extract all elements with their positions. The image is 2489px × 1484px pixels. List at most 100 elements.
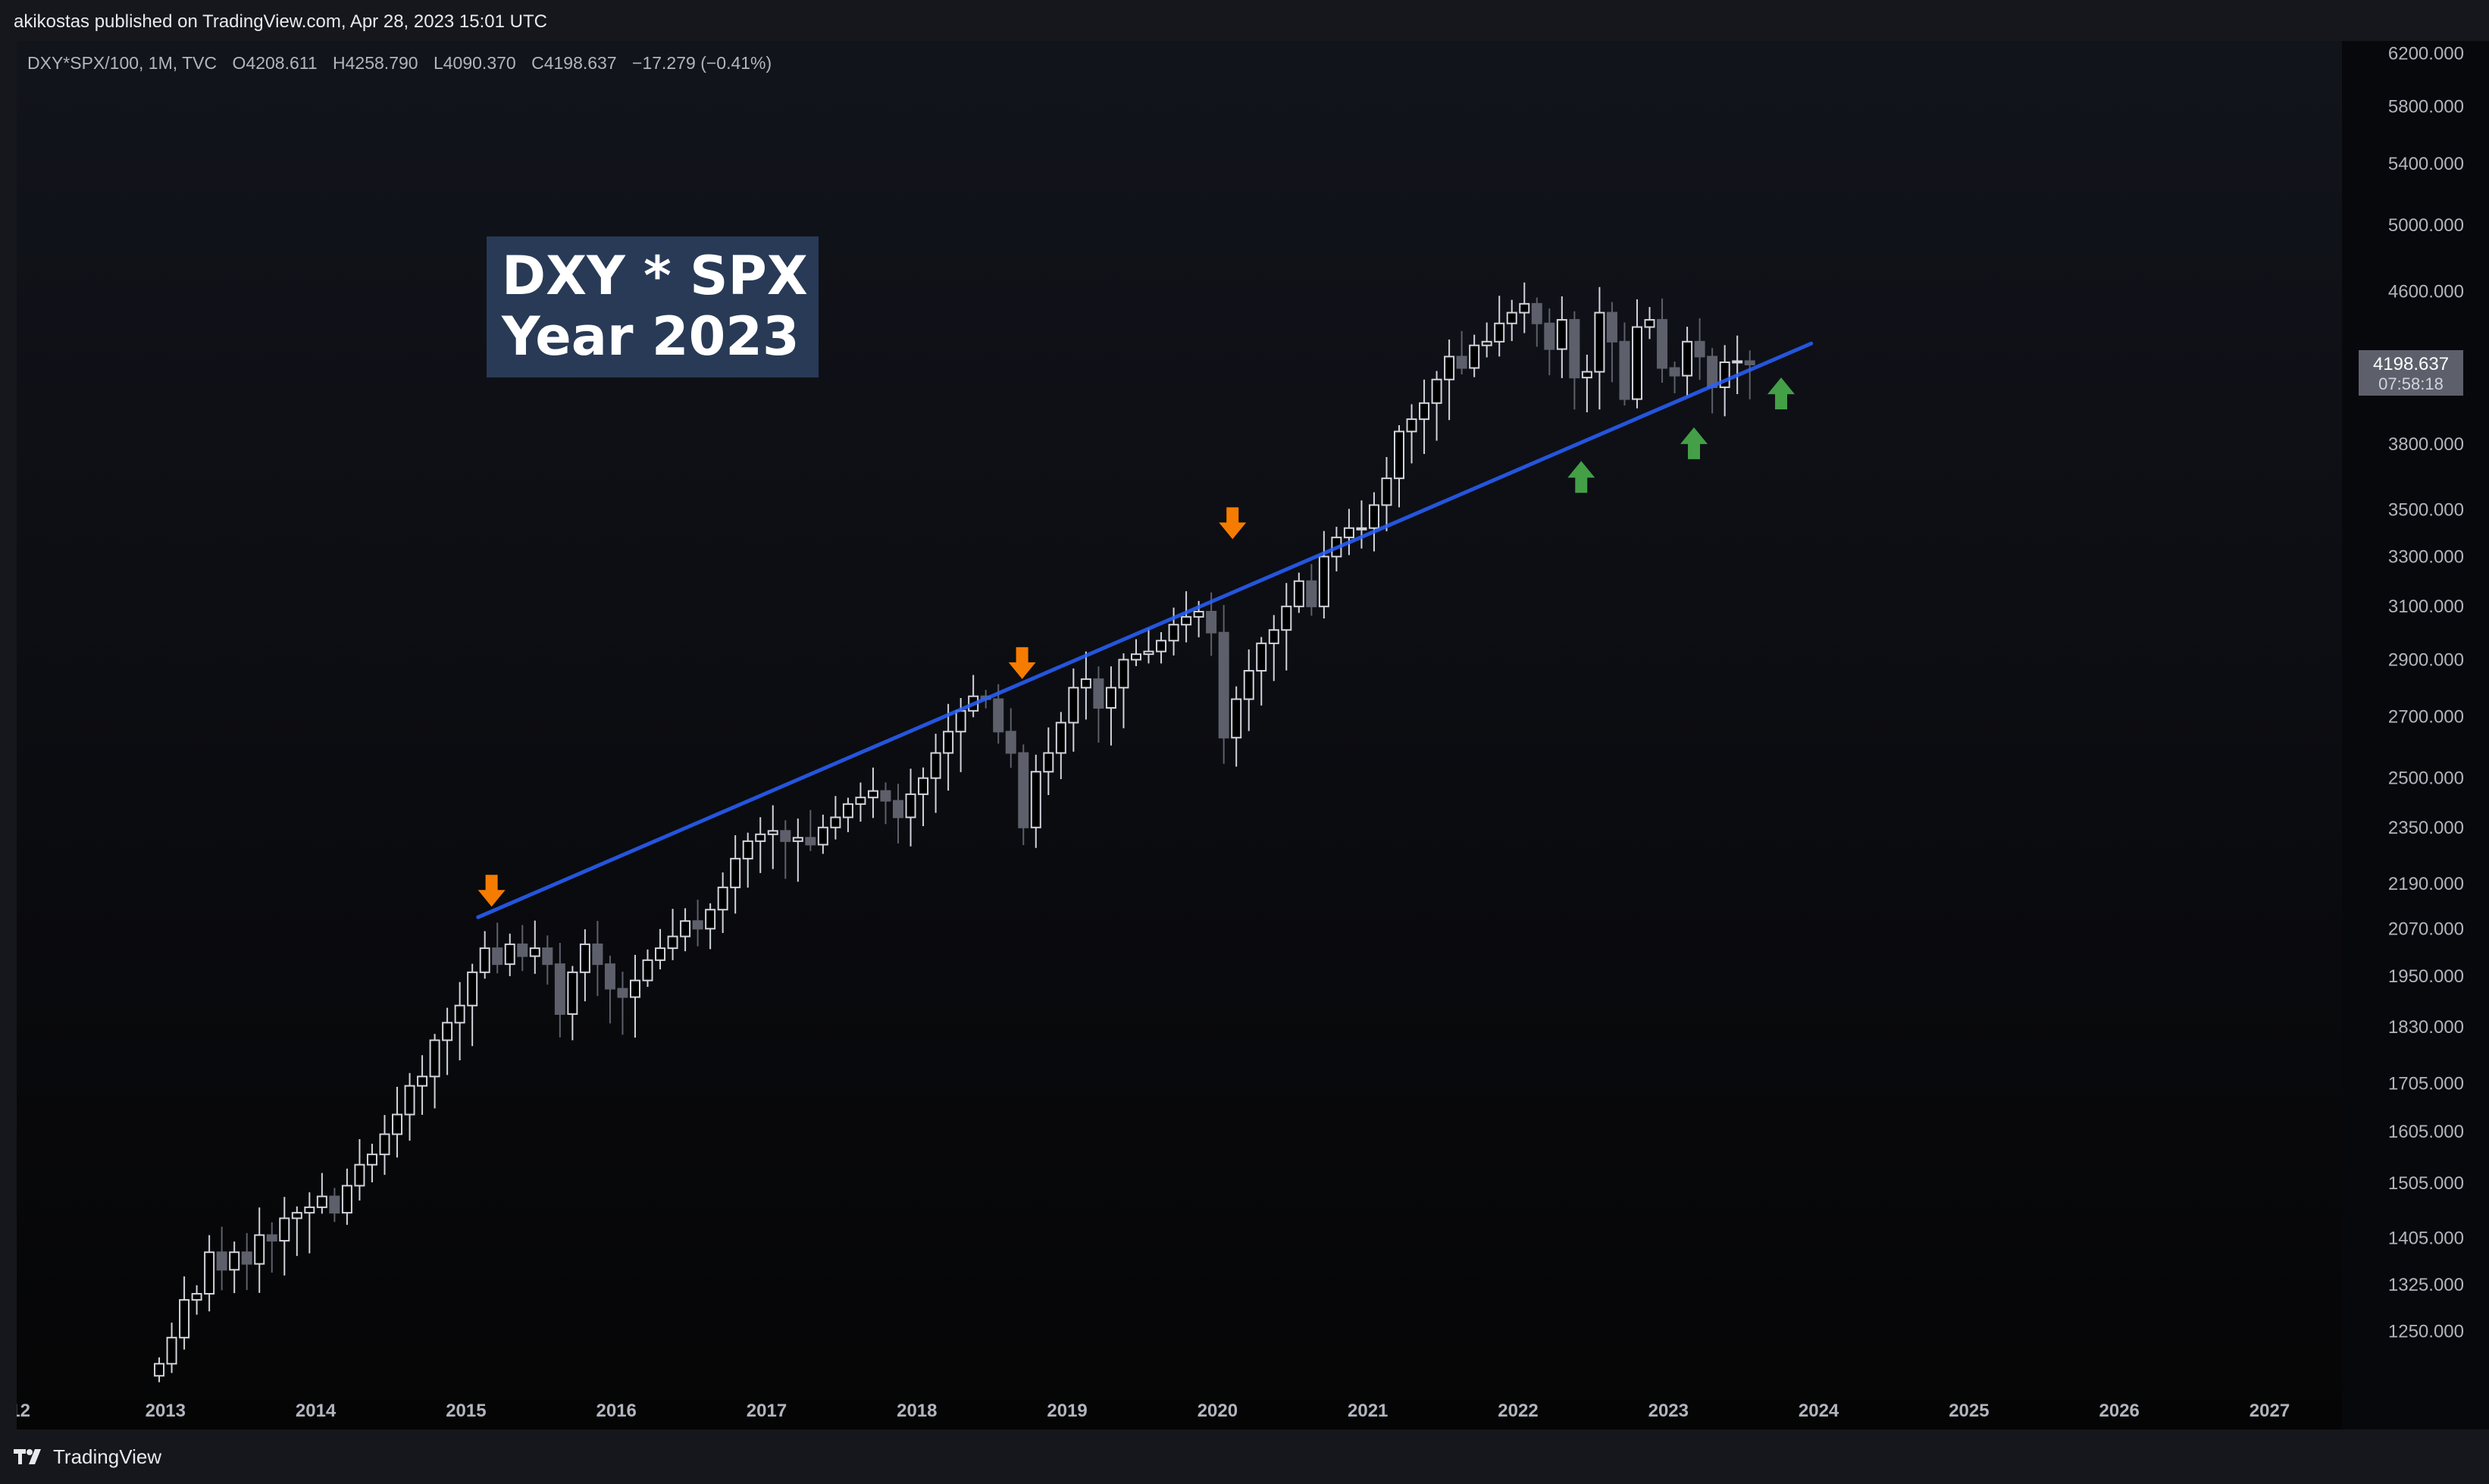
candle-body — [404, 1085, 415, 1116]
candle-body — [1381, 477, 1392, 506]
candle-body — [291, 1212, 302, 1219]
last-price-countdown: 07:58:18 — [2378, 374, 2444, 393]
price-tick-label: 2350.000 — [2388, 818, 2464, 838]
candle-body — [1744, 360, 1755, 365]
candle-body — [767, 830, 778, 835]
candle-body — [1231, 698, 1242, 739]
candle-body — [504, 943, 515, 966]
candle-body — [1281, 606, 1292, 631]
price-tick-label: 3300.000 — [2388, 546, 2464, 567]
legend-open: O4208.611 — [232, 53, 318, 73]
tradingview-logo-icon — [14, 1448, 45, 1466]
candle-body — [1206, 610, 1217, 634]
candle-body — [1569, 318, 1580, 379]
candle-body — [1005, 731, 1016, 754]
candle-body — [329, 1195, 340, 1214]
time-tick-label: 2021 — [1348, 1401, 1388, 1421]
candle-body — [1594, 312, 1605, 373]
candle-body — [1030, 771, 1041, 828]
price-tick-label: 5000.000 — [2388, 215, 2464, 236]
candle-body — [341, 1185, 352, 1214]
candle-body — [692, 920, 703, 930]
candle-body — [1093, 678, 1104, 709]
candle-body — [154, 1363, 165, 1377]
candle-body — [1519, 302, 1530, 314]
candle-body — [792, 837, 803, 842]
candle-body — [1657, 318, 1668, 369]
last-price-value: 4198.637 — [2373, 354, 2449, 374]
footer-branding[interactable]: TradingView — [14, 1429, 468, 1484]
candle-body — [241, 1251, 252, 1265]
legend-symbol[interactable]: DXY*SPX/100, 1M, TVC — [27, 53, 217, 73]
candle-body — [1343, 527, 1354, 539]
candle-body — [705, 909, 716, 930]
time-tick-label: 2019 — [1047, 1401, 1087, 1421]
price-tick-label: 1605.000 — [2388, 1122, 2464, 1142]
candle-body — [1043, 752, 1054, 773]
chart-background — [17, 41, 2489, 1429]
candle-body — [855, 797, 866, 805]
candle-body — [955, 709, 966, 733]
candle-body — [354, 1163, 365, 1187]
candle-body — [1193, 610, 1204, 618]
candle-body — [1068, 687, 1079, 724]
candle-body — [993, 698, 1004, 733]
candle-body — [517, 943, 528, 957]
candle-body — [1394, 430, 1405, 480]
candle-body — [592, 943, 603, 966]
candle-body — [392, 1113, 403, 1135]
candle-body — [179, 1299, 190, 1338]
candle-body — [1118, 659, 1129, 689]
price-tick-label: 6200.000 — [2388, 43, 2464, 64]
candle-body — [730, 857, 741, 888]
candle-body — [429, 1039, 440, 1078]
candle-body — [366, 1154, 377, 1166]
price-tick-label: 2900.000 — [2388, 650, 2464, 670]
candle-body — [304, 1206, 315, 1214]
annotation-line-1: DXY * SPX — [502, 245, 808, 307]
candle-body — [1481, 340, 1492, 346]
candle-body — [918, 777, 929, 795]
candle-body — [780, 830, 791, 842]
time-tick-label: 2014 — [296, 1401, 337, 1421]
candle-body — [667, 935, 678, 950]
price-axis-background — [2342, 41, 2489, 1429]
candle-body — [1556, 318, 1567, 350]
candle-body — [629, 979, 640, 998]
candlestick-chart[interactable]: 6200.000 5800.000 5400.000 5000.000 4600.000… — [17, 41, 2489, 1429]
candle-body — [755, 833, 766, 842]
price-tick-label: 2190.000 — [2388, 874, 2464, 894]
candle-body — [1218, 631, 1229, 739]
candle-body — [254, 1234, 265, 1265]
candle-body — [479, 947, 490, 973]
price-tick-label: 2500.000 — [2388, 769, 2464, 789]
candle-body — [642, 959, 653, 982]
symbol-legend[interactable]: DXY*SPX/100, 1M, TVC O4208.611 H4258.790… — [27, 53, 782, 74]
candle-body — [1318, 556, 1329, 608]
candle-body — [830, 816, 841, 828]
price-tick-label: 5400.000 — [2388, 154, 2464, 174]
candle-body — [867, 790, 878, 799]
candle-body — [1619, 340, 1630, 400]
candle-body — [817, 826, 828, 846]
candle-body — [1143, 650, 1154, 656]
legend-low: L4090.370 — [433, 53, 516, 73]
price-tick-label: 5800.000 — [2388, 97, 2464, 117]
candle-body — [805, 837, 816, 846]
candle-body — [266, 1234, 277, 1242]
candle-body — [1368, 504, 1379, 529]
time-tick-label: 2022 — [1498, 1401, 1538, 1421]
candle-body — [1168, 624, 1179, 642]
candle-body — [204, 1251, 215, 1295]
time-tick-label: 012 — [17, 1401, 30, 1421]
annotation-text-box[interactable]: DXY * SPX Year 2023 — [487, 236, 819, 377]
chart-pane[interactable]: 6200.000 5800.000 5400.000 5000.000 4600.000… — [17, 41, 2489, 1429]
candle-body — [567, 971, 578, 1015]
time-tick-label: 2024 — [1799, 1401, 1839, 1421]
candle-body — [191, 1293, 202, 1301]
candle-body — [905, 793, 916, 819]
candle-body — [1669, 367, 1680, 377]
candle-body — [579, 943, 590, 973]
candle-body — [742, 840, 753, 859]
time-tick-label: 2025 — [1949, 1401, 1989, 1421]
